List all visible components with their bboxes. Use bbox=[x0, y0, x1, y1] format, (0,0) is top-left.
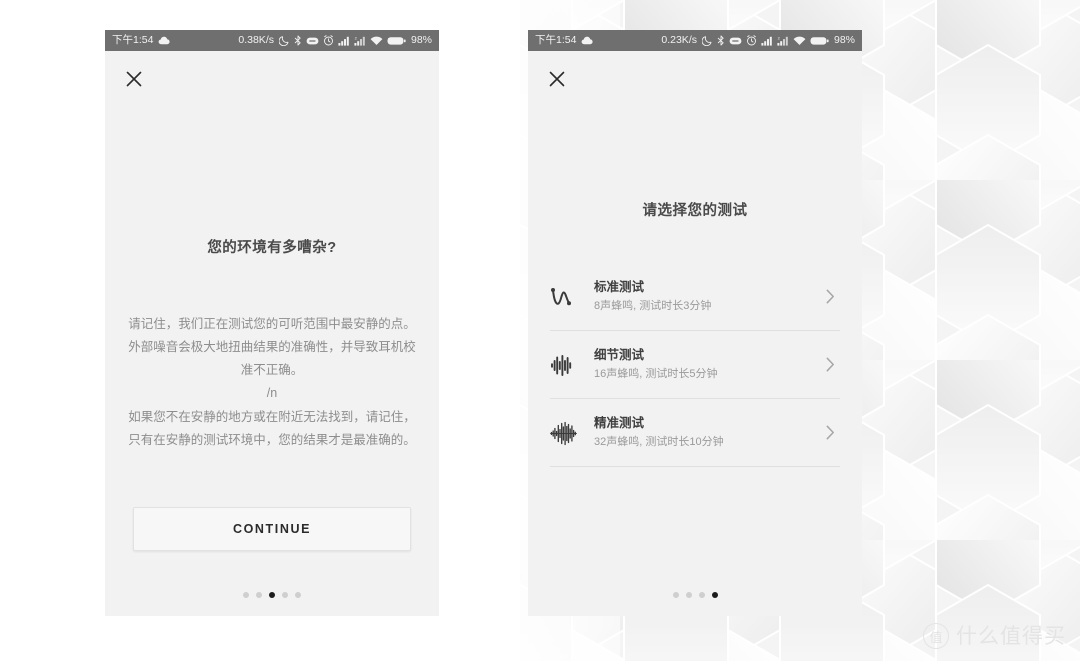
alarm-icon bbox=[746, 35, 757, 46]
signal-sim2-icon: 2 bbox=[354, 36, 366, 46]
page-dot[interactable] bbox=[256, 592, 262, 598]
status-bar-right: 下午1:54 0.23K/s 2 98% bbox=[528, 30, 862, 51]
page-dots-left bbox=[105, 592, 439, 598]
close-icon bbox=[549, 71, 565, 92]
page-dot[interactable] bbox=[672, 592, 679, 598]
list-item-subtitle: 8声蜂鸣, 测试时长3分钟 bbox=[594, 299, 712, 312]
page-dot[interactable] bbox=[685, 592, 692, 598]
page-dot[interactable] bbox=[243, 592, 249, 598]
phone-screenshot-left: 下午1:54 0.38K/s 2 98% 您的环境有多嘈杂? 请记住，我们正在测… bbox=[105, 30, 439, 616]
phone-screenshot-right: 下午1:54 0.23K/s 2 98% 请选择您的测试 标准测试 8声蜂鸣, … bbox=[528, 30, 862, 616]
page-dot[interactable] bbox=[282, 592, 288, 598]
list-item-texts: 标准测试 8声蜂鸣, 测试时长3分钟 bbox=[594, 278, 820, 314]
list-item-title: 标准测试 bbox=[594, 280, 645, 295]
chevron-right-icon[interactable] bbox=[820, 289, 840, 304]
close-button-left[interactable] bbox=[121, 68, 147, 94]
list-item[interactable]: 标准测试 8声蜂鸣, 测试时长3分钟 bbox=[550, 263, 840, 331]
bluetooth-icon bbox=[717, 35, 725, 46]
noise-description: 请记住，我们正在测试您的可听范围中最安静的点。外部噪音会极大地扭曲结果的准确性，… bbox=[127, 313, 417, 452]
alarm-icon bbox=[323, 35, 334, 46]
waveform-medium-icon bbox=[550, 352, 594, 378]
waveform-dense-icon bbox=[550, 420, 594, 446]
page-dot[interactable] bbox=[295, 592, 301, 598]
list-item-subtitle: 32声蜂鸣, 测试时长10分钟 bbox=[594, 435, 724, 448]
list-item-title: 细节测试 bbox=[594, 348, 645, 363]
close-button-right[interactable] bbox=[544, 68, 570, 94]
signal-sim1-icon bbox=[761, 36, 773, 46]
list-item-texts: 精准测试 32声蜂鸣, 测试时长10分钟 bbox=[594, 414, 820, 450]
bluetooth-icon bbox=[294, 35, 302, 46]
status-bar-right-group: 0.38K/s 2 98% bbox=[238, 35, 432, 46]
status-bar-right-group: 0.23K/s 2 98% bbox=[661, 35, 855, 46]
list-item-title: 精准测试 bbox=[594, 416, 645, 431]
page-dot-active[interactable] bbox=[711, 592, 718, 598]
chevron-right-icon[interactable] bbox=[820, 425, 840, 440]
do-not-disturb-icon bbox=[729, 36, 742, 46]
waveform-sparse-icon bbox=[550, 284, 594, 310]
signal-sim1-icon bbox=[338, 36, 350, 46]
close-icon bbox=[126, 71, 142, 92]
chevron-right-icon[interactable] bbox=[820, 357, 840, 372]
screen-right: 请选择您的测试 标准测试 8声蜂鸣, 测试时长3分钟 细节测试 16声蜂鸣, 测… bbox=[528, 51, 862, 616]
battery-percent: 98% bbox=[410, 34, 432, 47]
do-not-disturb-icon bbox=[306, 36, 319, 46]
battery-icon bbox=[387, 36, 406, 46]
noise-paragraph-2: 如果您不在安静的地方或在附近无法找到，请记住，只有在安静的测试环境中，您的结果才… bbox=[128, 409, 416, 447]
noise-separator: /n bbox=[266, 386, 278, 401]
test-options-list: 标准测试 8声蜂鸣, 测试时长3分钟 细节测试 16声蜂鸣, 测试时长5分钟 精… bbox=[550, 263, 840, 467]
cloud-icon bbox=[581, 36, 594, 45]
page-dots-right bbox=[528, 592, 862, 598]
battery-icon bbox=[810, 36, 829, 46]
network-speed: 0.23K/s bbox=[661, 34, 697, 47]
wifi-icon bbox=[793, 36, 806, 46]
status-bar-left: 下午1:54 0.38K/s 2 98% bbox=[105, 30, 439, 51]
battery-percent: 98% bbox=[833, 34, 855, 47]
list-item-subtitle: 16声蜂鸣, 测试时长5分钟 bbox=[594, 367, 718, 380]
page-dot-active[interactable] bbox=[269, 592, 275, 598]
page-title-left: 您的环境有多嘈杂? bbox=[207, 240, 337, 256]
screen-left: 您的环境有多嘈杂? 请记住，我们正在测试您的可听范围中最安静的点。外部噪音会极大… bbox=[105, 51, 439, 616]
page-title-right: 请选择您的测试 bbox=[642, 203, 748, 219]
page-dot[interactable] bbox=[698, 592, 705, 598]
noise-paragraph-1: 请记住，我们正在测试您的可听范围中最安静的点。外部噪音会极大地扭曲结果的准确性，… bbox=[128, 317, 416, 378]
list-item[interactable]: 精准测试 32声蜂鸣, 测试时长10分钟 bbox=[550, 399, 840, 467]
list-item[interactable]: 细节测试 16声蜂鸣, 测试时长5分钟 bbox=[550, 331, 840, 399]
moon-icon bbox=[701, 35, 713, 46]
network-speed: 0.38K/s bbox=[238, 34, 274, 47]
status-time: 下午1:54 bbox=[112, 34, 154, 47]
list-item-texts: 细节测试 16声蜂鸣, 测试时长5分钟 bbox=[594, 346, 820, 382]
status-bar-left-group: 下午1:54 bbox=[535, 34, 594, 47]
moon-icon bbox=[278, 35, 290, 46]
status-bar-left-group: 下午1:54 bbox=[112, 34, 171, 47]
continue-button[interactable]: CONTINUE bbox=[133, 507, 411, 551]
cloud-icon bbox=[158, 36, 171, 45]
wifi-icon bbox=[370, 36, 383, 46]
signal-sim2-icon: 2 bbox=[777, 36, 789, 46]
status-time: 下午1:54 bbox=[535, 34, 577, 47]
